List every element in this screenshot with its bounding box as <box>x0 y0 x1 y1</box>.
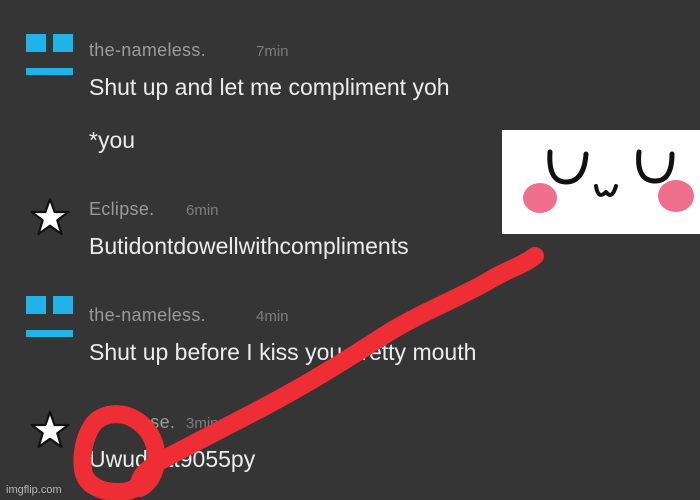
username[interactable]: Eclipse. <box>89 199 154 220</box>
timestamp: 4min <box>256 308 289 325</box>
nameless-face-icon[interactable] <box>26 296 74 344</box>
star-icon[interactable] <box>30 197 70 237</box>
message-text: *you <box>89 127 136 153</box>
mouth <box>594 184 618 197</box>
star-icon[interactable] <box>30 410 70 450</box>
left-blush <box>523 183 557 213</box>
message-text: Shut up and let me compliment yoh <box>89 74 450 100</box>
uwu-face-sticker <box>502 130 700 234</box>
message-text: Shut up before I kiss you pretty mouth <box>89 339 477 365</box>
username[interactable]: the-nameless. <box>89 305 206 326</box>
timestamp: 6min <box>186 202 219 219</box>
right-blush <box>658 180 694 212</box>
right-eye <box>636 149 675 184</box>
message-text: Uwud 5tt9055py <box>89 446 256 472</box>
watermark: imgflip.com <box>6 484 62 496</box>
uwu-face-drawing <box>523 149 694 213</box>
left-eye <box>547 149 589 185</box>
username[interactable]: ose. <box>140 412 175 433</box>
message-text: Butidontdowellwithcompliments <box>89 233 409 259</box>
timestamp: 7min <box>256 43 289 60</box>
timestamp: 3min <box>186 415 219 432</box>
username[interactable]: the-nameless. <box>89 40 206 61</box>
nameless-face-icon[interactable] <box>26 34 74 82</box>
